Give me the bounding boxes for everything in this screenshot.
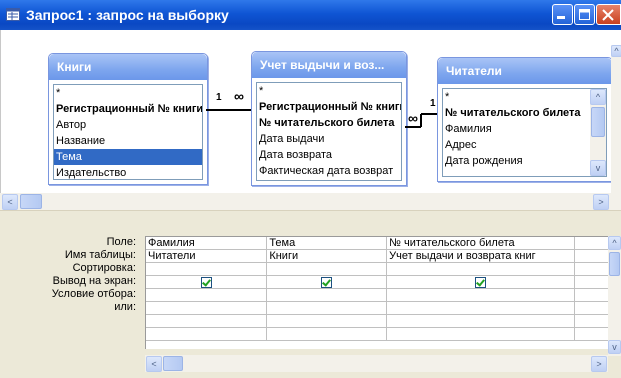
relationship-lines [206, 109, 437, 128]
grid-cell-field[interactable]: № читательского билета [386, 237, 576, 250]
grid-cell-criteria[interactable] [146, 288, 268, 302]
grid-cell-show[interactable] [386, 275, 576, 289]
close-button[interactable] [596, 4, 621, 25]
show-checkbox[interactable] [200, 276, 212, 288]
grid-cell-or[interactable] [574, 301, 609, 315]
grid-cell-empty[interactable] [146, 314, 268, 328]
scroll-up-arrow-icon[interactable]: ^ [608, 236, 621, 250]
maximize-button[interactable] [574, 4, 595, 25]
grid-cell-empty[interactable] [146, 327, 268, 341]
grid-row-or [146, 301, 609, 315]
grid-row-show [146, 275, 609, 289]
diagram-horizontal-scrollbar[interactable]: < > [0, 193, 621, 210]
grid-cell-field[interactable]: Фамилия [146, 237, 268, 250]
grid-cell-empty[interactable] [266, 314, 388, 328]
grid-row-table: Читатели Книги Учет выдачи и возврата кн… [146, 249, 609, 263]
grid-cell-or[interactable] [266, 301, 388, 315]
grid-cell-or[interactable] [386, 301, 576, 315]
grid-row-extra [146, 327, 609, 341]
grid-cell-criteria[interactable] [266, 288, 388, 302]
relation-one-label: 1 [430, 98, 436, 109]
query-icon [6, 8, 20, 21]
grid-cell-sort[interactable] [386, 262, 576, 276]
grid-cell-field[interactable] [574, 237, 609, 250]
minimize-icon [557, 16, 565, 19]
row-label-criteria: Условие отбора: [51, 288, 136, 300]
grid-vertical-scrollbar[interactable]: ^ v [608, 236, 621, 356]
grid-cell-table[interactable]: Книги [266, 249, 388, 263]
query-design-grid[interactable]: Фамилия Тема № читательского билета Чита… [145, 236, 609, 349]
grid-row-criteria [146, 288, 609, 302]
grid-cell-sort[interactable] [574, 262, 609, 276]
diagram-vertical-scrollbar[interactable]: ^ v [611, 45, 621, 205]
scroll-thumb[interactable] [609, 252, 620, 276]
row-label-sort: Сортировка: [72, 262, 136, 274]
row-label-show: Вывод на экран: [52, 275, 136, 287]
close-icon [602, 9, 614, 21]
grid-cell-or[interactable] [146, 301, 268, 315]
pane-splitter[interactable] [0, 210, 621, 228]
grid-cell-show[interactable] [146, 275, 268, 289]
relation-many-label: ∞ [234, 88, 244, 104]
scroll-up-arrow-icon[interactable]: ^ [611, 45, 621, 57]
grid-cell-field[interactable]: Тема [266, 237, 388, 250]
query-design-grid-pane[interactable]: Поле: Имя таблицы: Сортировка: Вывод на … [0, 227, 621, 378]
scroll-down-arrow-icon[interactable]: v [608, 340, 621, 354]
grid-cell-table[interactable]: Учет выдачи и возврата книг [386, 249, 576, 263]
row-label-table: Имя таблицы: [64, 249, 136, 261]
table-diagram-pane[interactable]: Книги * Регистрационный № книги Автор На… [0, 30, 621, 210]
scroll-left-arrow-icon[interactable]: < [146, 356, 162, 372]
grid-cell-sort[interactable] [146, 262, 268, 276]
relation-one-label: 1 [216, 92, 222, 103]
scroll-thumb[interactable] [163, 356, 183, 371]
scroll-right-arrow-icon[interactable]: > [593, 194, 609, 210]
grid-row-field: Фамилия Тема № читательского билета [146, 237, 609, 250]
grid-cell-empty[interactable] [266, 327, 388, 341]
grid-cell-empty[interactable] [386, 314, 576, 328]
scroll-left-arrow-icon[interactable]: < [2, 194, 18, 210]
minimize-button[interactable] [552, 4, 573, 25]
relation-many-label: ∞ [408, 110, 418, 126]
grid-cell-sort[interactable] [266, 262, 388, 276]
grid-row-sort [146, 262, 609, 276]
grid-cell-empty[interactable] [574, 327, 609, 341]
grid-cell-criteria[interactable] [574, 288, 609, 302]
row-label-or: или: [114, 301, 136, 313]
grid-cell-empty[interactable] [386, 327, 576, 341]
title-bar[interactable]: Запрос1 : запрос на выборку [0, 0, 621, 30]
scroll-right-arrow-icon[interactable]: > [591, 356, 607, 372]
grid-cell-show[interactable] [574, 275, 609, 289]
row-label-field: Поле: [106, 236, 136, 248]
grid-row-extra [146, 314, 609, 328]
grid-cell-table[interactable] [574, 249, 609, 263]
scroll-thumb[interactable] [20, 194, 42, 209]
show-checkbox[interactable] [475, 276, 487, 288]
grid-horizontal-scrollbar[interactable]: < > [145, 355, 608, 372]
grid-row-labels: Поле: Имя таблицы: Сортировка: Вывод на … [0, 236, 140, 314]
window-title: Запрос1 : запрос на выборку [26, 7, 229, 23]
grid-cell-criteria[interactable] [386, 288, 576, 302]
show-checkbox[interactable] [321, 276, 333, 288]
grid-cell-table[interactable]: Читатели [146, 249, 268, 263]
grid-cell-empty[interactable] [574, 314, 609, 328]
maximize-icon [579, 9, 590, 20]
grid-cell-show[interactable] [266, 275, 388, 289]
query-window: Запрос1 : запрос на выборку Книги * Реги… [0, 0, 621, 378]
